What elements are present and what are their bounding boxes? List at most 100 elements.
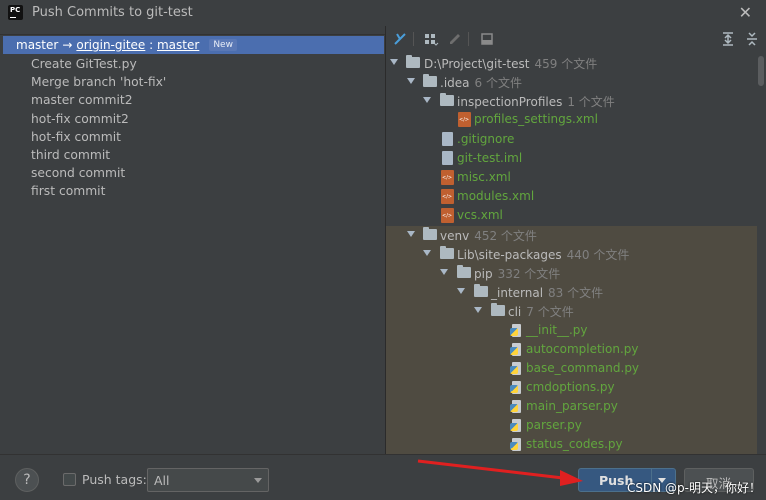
node-label: .idea: [440, 76, 470, 90]
commit-item[interactable]: Merge branch 'hot-fix': [31, 73, 166, 91]
folder-icon: [423, 74, 437, 87]
tree-file[interactable]: misc.xml: [386, 168, 757, 187]
tree-node-internal[interactable]: _internal 83 个文件: [386, 282, 757, 301]
file-label: cmdoptions.py: [526, 380, 615, 394]
expand-all-icon[interactable]: [720, 31, 736, 47]
file-label: base_command.py: [526, 361, 640, 375]
file-label: modules.xml: [457, 189, 535, 203]
tree-node-site-packages[interactable]: Lib\site-packages 440 个文件: [386, 244, 757, 263]
folder-icon: [491, 303, 505, 316]
pycharm-logo-icon: PC: [6, 3, 25, 22]
close-icon[interactable]: ✕: [739, 3, 752, 22]
tree-file[interactable]: git-test.iml: [386, 149, 757, 168]
group-by-icon[interactable]: [423, 31, 439, 47]
expand-arrow-icon[interactable]: [407, 78, 415, 84]
window-title: Push Commits to git-test: [32, 5, 193, 20]
push-tags-checkbox[interactable]: [63, 473, 76, 486]
expand-arrow-icon[interactable]: [457, 288, 465, 294]
xml-file-icon: [441, 208, 454, 223]
tree-node-inspection[interactable]: inspectionProfiles 1 个文件: [386, 91, 757, 110]
tree-file[interactable]: modules.xml: [386, 187, 757, 206]
expand-arrow-icon[interactable]: [423, 97, 431, 103]
commit-item[interactable]: third commit: [31, 146, 166, 164]
remote-branch-link[interactable]: master: [157, 38, 199, 52]
xml-file-icon: [441, 189, 454, 204]
xml-file-icon: [441, 170, 454, 185]
file-label: .gitignore: [457, 132, 515, 146]
commit-item[interactable]: first commit: [31, 182, 166, 200]
node-label: cli: [508, 305, 522, 319]
file-label: git-test.iml: [457, 151, 523, 165]
chevron-down-icon: [254, 478, 262, 483]
commit-item[interactable]: second commit: [31, 164, 166, 182]
tree-node-cli[interactable]: cli 7 个文件: [386, 301, 757, 320]
local-branch: master: [16, 38, 59, 52]
folder-icon: [406, 55, 420, 68]
file-count: 1 个文件: [567, 95, 615, 109]
toolbar-separator: [468, 32, 469, 46]
file-count: 7 个文件: [526, 305, 574, 319]
python-file-icon: [510, 437, 524, 452]
remote-name-link[interactable]: origin-gitee: [76, 38, 145, 52]
tree-node-root[interactable]: D:\Project\git-test 459 个文件: [386, 53, 757, 72]
annotation-arrow-icon: [417, 459, 583, 486]
node-label: venv: [440, 229, 470, 243]
file-label: vcs.xml: [457, 208, 503, 222]
tree-file[interactable]: .gitignore: [386, 130, 757, 149]
tree-scrollbar[interactable]: [757, 52, 766, 454]
collapse-all-icon[interactable]: [744, 31, 760, 47]
python-file-icon: [510, 342, 524, 357]
file-label: parser.py: [526, 418, 582, 432]
branch-target-row[interactable]: master → origin-gitee : master New: [3, 36, 384, 54]
node-label: pip: [474, 267, 493, 281]
python-file-icon: [510, 380, 524, 395]
tree-node-venv[interactable]: venv 452 个文件: [386, 225, 757, 244]
folder-icon: [440, 246, 454, 259]
xml-file-icon: [458, 112, 471, 127]
tree-file[interactable]: cmdoptions.py: [386, 378, 757, 397]
new-badge: New: [209, 39, 237, 51]
node-label: inspectionProfiles: [457, 95, 563, 109]
tree-node-pip[interactable]: pip 332 个文件: [386, 263, 757, 282]
commit-item[interactable]: master commit2: [31, 91, 166, 109]
file-count: 6 个文件: [474, 76, 522, 90]
toolbar-separator: [413, 32, 414, 46]
branch-arrow: →: [62, 38, 73, 52]
commit-item[interactable]: hot-fix commit2: [31, 110, 166, 128]
node-label: D:\Project\git-test: [424, 57, 530, 71]
folder-icon: [457, 265, 471, 278]
expand-collapse-diff-icon[interactable]: [392, 31, 408, 47]
file-label: misc.xml: [457, 170, 511, 184]
push-tags-select[interactable]: All: [147, 468, 269, 492]
tree-file[interactable]: profiles_settings.xml: [386, 110, 757, 129]
edit-source-icon[interactable]: [447, 31, 463, 47]
tree-node-idea[interactable]: .idea 6 个文件: [386, 72, 757, 91]
commit-item[interactable]: Create GitTest.py: [31, 55, 166, 73]
tree-file[interactable]: vcs.xml: [386, 206, 757, 225]
file-label: main_parser.py: [526, 399, 618, 413]
tree-file[interactable]: status_codes.py: [386, 435, 757, 454]
file-count: 83 个文件: [548, 286, 604, 300]
watermark: CSDN @p-明天，你好！: [627, 481, 761, 495]
help-button[interactable]: ?: [15, 468, 39, 492]
tree-file[interactable]: __init__.py: [386, 321, 757, 340]
commit-item[interactable]: hot-fix commit: [31, 128, 166, 146]
tree-file[interactable]: autocompletion.py: [386, 340, 757, 359]
tree-file[interactable]: main_parser.py: [386, 397, 757, 416]
scroll-thumb[interactable]: [758, 56, 764, 86]
expand-arrow-icon[interactable]: [423, 250, 431, 256]
python-file-icon: [510, 418, 524, 433]
expand-arrow-icon[interactable]: [474, 307, 482, 313]
file-count: 440 个文件: [566, 248, 630, 262]
changes-toolbar: [386, 26, 766, 52]
expand-arrow-icon[interactable]: [440, 269, 448, 275]
expand-arrow-icon[interactable]: [390, 59, 398, 65]
tree-file[interactable]: base_command.py: [386, 359, 757, 378]
folder-icon: [440, 93, 454, 106]
commit-details-icon[interactable]: [479, 31, 495, 47]
tree-file[interactable]: parser.py: [386, 416, 757, 435]
commit-list: Create GitTest.py Merge branch 'hot-fix'…: [31, 55, 166, 201]
expand-arrow-icon[interactable]: [407, 231, 415, 237]
commit-panel: master → origin-gitee : master New Creat…: [0, 34, 385, 454]
changed-files-tree: D:\Project\git-test 459 个文件 .idea 6 个文件 in…: [386, 52, 757, 454]
